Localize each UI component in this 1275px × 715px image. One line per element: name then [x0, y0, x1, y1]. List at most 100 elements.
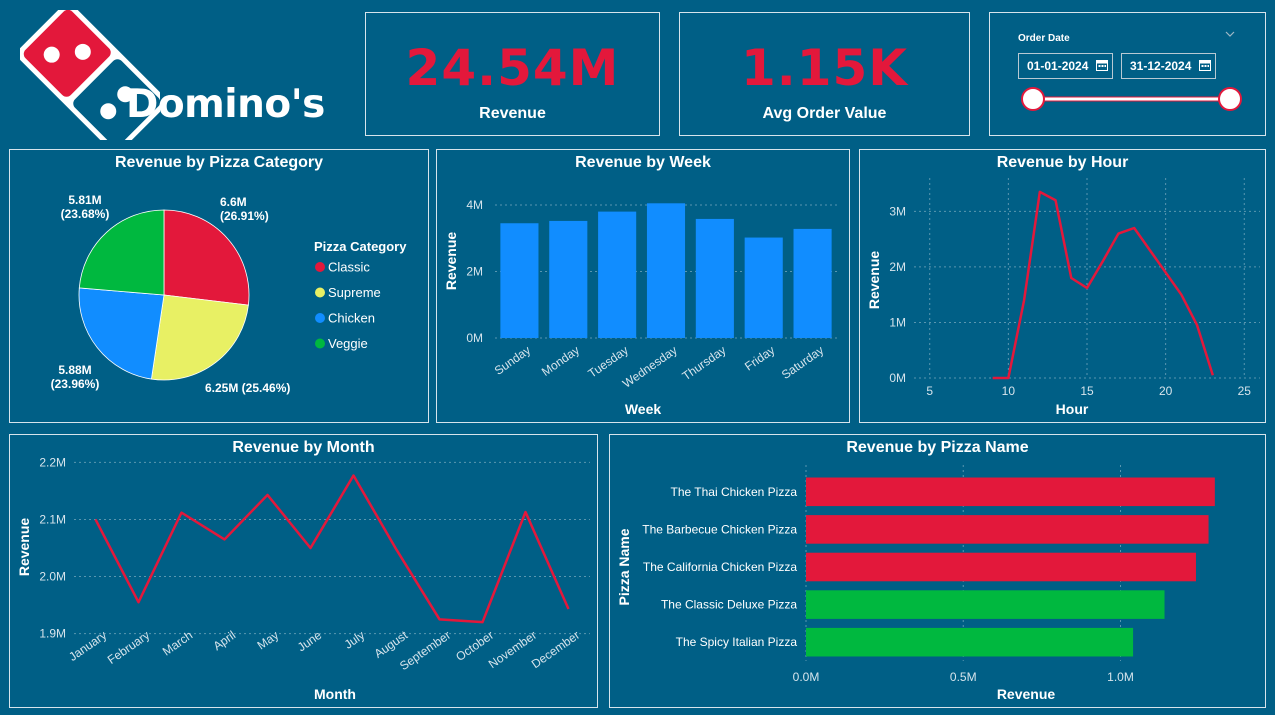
- y-axis-label: Revenue: [443, 232, 459, 291]
- data-label: 5.81M: [68, 193, 101, 207]
- x-tick-label: 1.0M: [1107, 670, 1134, 684]
- legend-item: Classic: [328, 260, 370, 275]
- kpi-label: Revenue: [479, 105, 546, 122]
- x-tick-label: Monday: [539, 343, 582, 379]
- line-chart: 1.9M 2.0M 2.1M 2.2M JanuaryFebruary March Apri…: [16, 455, 590, 702]
- y-tick-label: 3M: [889, 204, 906, 218]
- x-axis-label: Week: [625, 401, 662, 417]
- y-tick-label: The Thai Chicken Pizza: [670, 485, 797, 499]
- brand-name: Domino's: [126, 82, 325, 127]
- revenue-by-pizza-name-chart: Revenue by Pizza Name 0.0M 0.5M 1.0M The Th…: [609, 434, 1266, 708]
- series-line: [992, 190, 1215, 380]
- slider-start-handle[interactable]: [1021, 87, 1045, 111]
- y-tick-label: The Classic Deluxe Pizza: [661, 598, 797, 612]
- x-tick-label: 0.5M: [950, 670, 977, 684]
- calendar-icon[interactable]: [1199, 59, 1211, 71]
- y-tick-label: 0M: [889, 371, 906, 385]
- x-tick-label: Friday: [742, 343, 777, 374]
- x-tick-label: 25: [1238, 384, 1252, 398]
- slider-end-handle[interactable]: [1218, 87, 1242, 111]
- pie-slice-classic: [163, 209, 250, 306]
- kpi-card-revenue: 24.54M Revenue: [365, 12, 660, 136]
- bar: [806, 590, 1165, 619]
- pie-slice-chicken: [78, 287, 165, 380]
- legend-item: Supreme: [328, 285, 381, 300]
- data-label: (26.91%): [220, 209, 269, 223]
- x-tick-label: June: [295, 628, 325, 655]
- y-axis-label: Revenue: [16, 518, 32, 577]
- order-date-slicer: Order Date 01-01-2024 31-12-2024: [989, 12, 1266, 136]
- end-date-value: 31-12-2024: [1130, 59, 1192, 73]
- x-tick-label: 5: [926, 384, 933, 398]
- x-tick-label: Saturday: [779, 343, 826, 382]
- pie-slice-supreme: [150, 294, 249, 381]
- data-label: 5.88M: [58, 363, 91, 377]
- x-axis-label: Revenue: [997, 686, 1056, 702]
- bar-chart: 0.0M 0.5M 1.0M The Thai Chicken Pizza The Ba…: [616, 465, 1215, 702]
- y-tick-label: The Spicy Italian Pizza: [676, 635, 798, 649]
- revenue-by-pizza-category-chart: Revenue by Pizza Category 6.6M (26.91%) 6.…: [9, 149, 429, 423]
- data-label: 6.6M: [220, 195, 247, 209]
- legend-marker: [315, 313, 325, 323]
- x-tick-label: 10: [1002, 384, 1016, 398]
- y-tick-label: 1M: [889, 315, 906, 329]
- y-axis-label: Revenue: [866, 251, 882, 310]
- kpi-label: Avg Order Value: [762, 105, 887, 122]
- slicer-title: Order Date: [1018, 33, 1070, 44]
- bar: [695, 218, 734, 338]
- bar: [598, 211, 637, 338]
- pie-chart: 6.6M(26.91%) 6.25M (25.46%) 5.88M(23.96%) 5…: [51, 193, 408, 395]
- x-tick-label: Sunday: [492, 343, 533, 378]
- calendar-icon[interactable]: [1096, 59, 1108, 71]
- x-axis-label: Month: [314, 686, 356, 702]
- y-axis-label: Pizza Name: [616, 528, 632, 605]
- bar-chart: 0M 2M 4M Sunday Monday TuesdayWednesday Thursd…: [443, 198, 837, 417]
- x-tick-label: Tuesday: [585, 343, 630, 381]
- bar: [646, 203, 686, 338]
- series-line: [94, 474, 570, 624]
- bar: [806, 552, 1196, 582]
- y-tick-label: 0M: [466, 331, 483, 345]
- chevron-down-icon[interactable]: [1225, 31, 1235, 37]
- kpi-card-avg-order-value: 1.15K Avg Order Value: [679, 12, 970, 136]
- x-tick-label: 20: [1159, 384, 1173, 398]
- bar: [806, 515, 1209, 544]
- revenue-by-hour-chart: Revenue by Hour 0M 1M 2M 3M 5 10 15 20 25 Hour Rev…: [859, 149, 1266, 423]
- x-axis-label: Hour: [1056, 401, 1089, 417]
- x-tick-label: April: [211, 628, 239, 653]
- revenue-by-month-chart: Revenue by Month 1.9M 2.0M 2.1M 2.2M January…: [9, 434, 598, 708]
- data-label: (23.96%): [51, 377, 100, 391]
- x-tick-label: 15: [1080, 384, 1094, 398]
- date-range-slider[interactable]: [990, 81, 1267, 121]
- bar: [549, 220, 588, 338]
- y-tick-label: 2M: [889, 260, 906, 274]
- start-date-input[interactable]: 01-01-2024: [1018, 53, 1113, 79]
- y-tick-label: 4M: [466, 198, 483, 212]
- start-date-value: 01-01-2024: [1027, 59, 1089, 73]
- line-chart: 0M 1M 2M 3M 5 10 15 20 25 Hour Revenue: [866, 178, 1260, 417]
- legend-marker: [315, 338, 325, 349]
- kpi-value: 1.15K: [740, 39, 909, 97]
- bar: [793, 228, 832, 338]
- pie-slice-veggie: [78, 209, 165, 296]
- x-tick-label: May: [255, 628, 282, 652]
- y-tick-label: 2.1M: [39, 512, 66, 526]
- bar: [806, 627, 1134, 657]
- x-tick-label: December: [529, 628, 582, 671]
- data-label: (23.68%): [61, 207, 110, 221]
- legend-marker: [315, 287, 325, 298]
- legend-item: Veggie: [328, 336, 368, 351]
- data-label: 6.25M (25.46%): [205, 381, 290, 395]
- x-tick-label: July: [342, 628, 368, 652]
- end-date-input[interactable]: 31-12-2024: [1121, 53, 1216, 79]
- legend-item: Chicken: [328, 311, 375, 326]
- x-tick-label: January: [66, 628, 109, 664]
- x-tick-label: March: [160, 628, 195, 659]
- bar: [744, 237, 783, 338]
- x-tick-label: February: [105, 628, 152, 667]
- bar: [500, 223, 539, 338]
- revenue-by-week-chart: Revenue by Week 0M 2M 4M Sunday Monday Tuesda…: [436, 149, 850, 423]
- kpi-value: 24.54M: [405, 39, 620, 97]
- x-tick-label: Wednesday: [620, 343, 680, 391]
- x-tick-label: 0.0M: [793, 670, 820, 684]
